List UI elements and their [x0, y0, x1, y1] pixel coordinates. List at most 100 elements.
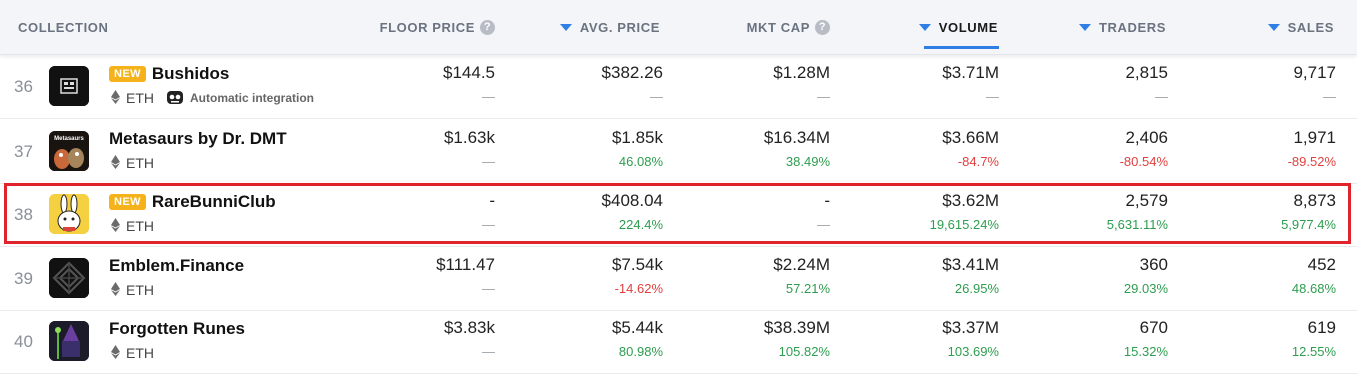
column-label: SALES [1287, 19, 1334, 35]
column-header-avg-price[interactable]: AVG. PRICE [540, 0, 660, 54]
traders-change: 5,631.11% [1106, 217, 1168, 232]
column-label: MKT CAP [746, 19, 810, 35]
floor-price-value: $111.47 [436, 255, 495, 274]
integration-label: Automatic integration [190, 91, 315, 105]
sort-desc-icon [559, 23, 572, 31]
table-header: COLLECTION FLOOR PRICE? AVG. PRICE MKT C… [0, 0, 1357, 55]
table-row[interactable]: 38 NEW RareBunniClub ETH - — $408.04 224… [0, 183, 1357, 247]
sales-value: 8,873 [1293, 191, 1336, 210]
floor-price-change: — [482, 89, 495, 104]
avg-price-change: 80.98% [618, 344, 663, 359]
column-label: TRADERS [1098, 19, 1166, 35]
table-row[interactable]: 39 Emblem.Finance ETH $111.47 — $7.54k -… [0, 247, 1357, 311]
collection-name[interactable]: Bushidos [152, 64, 229, 84]
table-row[interactable]: 36 NEW Bushidos ETH Automatic integratio… [0, 55, 1357, 119]
help-icon[interactable]: ? [480, 19, 495, 35]
collection-thumbnail[interactable]: Metasaurs [49, 131, 89, 171]
column-header-mkt-cap[interactable]: MKT CAP? [730, 0, 830, 54]
help-icon[interactable]: ? [815, 19, 830, 35]
traders-change: 15.32% [1123, 344, 1168, 359]
collection-thumbnail[interactable] [49, 258, 89, 298]
volume-value: $3.41M [942, 255, 999, 274]
mkt-cap-change: 105.82% [778, 344, 830, 359]
avg-price-change: 46.08% [618, 154, 663, 169]
avg-price-change: — [650, 89, 663, 104]
ethereum-icon [111, 281, 120, 299]
ethereum-icon [111, 154, 120, 172]
chain-label: ETH [126, 282, 154, 298]
volume-value: $3.66M [942, 128, 999, 147]
column-label: FLOOR PRICE [379, 19, 475, 35]
avg-price-change: 224.4% [618, 217, 663, 232]
collection-thumbnail[interactable] [49, 66, 89, 106]
volume-value: $3.71M [942, 63, 999, 82]
floor-price-change: — [482, 154, 495, 169]
bunny-logo-icon [49, 194, 89, 234]
emblem-logo-icon [49, 258, 89, 298]
volume-value: $3.37M [942, 318, 999, 337]
mkt-cap-value: $16.34M [763, 128, 830, 147]
volume-change: 103.69% [947, 344, 999, 359]
mkt-cap-change: 57.21% [785, 281, 830, 296]
volume-change: 19,615.24% [929, 217, 999, 232]
sort-desc-icon [1267, 23, 1280, 31]
floor-price-change: — [482, 281, 495, 296]
column-header-traders[interactable]: TRADERS [1060, 0, 1166, 54]
sales-value: 9,717 [1293, 63, 1336, 82]
sales-change: -89.52% [1287, 154, 1336, 169]
column-label: VOLUME [938, 19, 998, 35]
column-label: COLLECTION [18, 19, 109, 35]
traders-value: 2,815 [1125, 63, 1168, 82]
floor-price-change: — [482, 217, 495, 232]
collection-name[interactable]: Emblem.Finance [109, 256, 244, 276]
sales-change: 48.68% [1291, 281, 1336, 296]
floor-price-change: — [482, 344, 495, 359]
sales-change: — [1323, 89, 1336, 104]
traders-change: -80.54% [1119, 154, 1168, 169]
active-sort-underline [924, 46, 999, 49]
collection-name[interactable]: Metasaurs by Dr. DMT [109, 129, 287, 149]
traders-change: — [1155, 89, 1168, 104]
avg-price-change: -14.62% [614, 281, 663, 296]
sort-desc-icon [1078, 23, 1091, 31]
collection-name[interactable]: Forgotten Runes [109, 319, 245, 339]
new-badge: NEW [109, 66, 146, 82]
ethereum-icon [111, 344, 120, 362]
rank: 36 [14, 76, 33, 96]
floor-price-value: $144.5 [443, 63, 495, 82]
metasaurs-logo-icon: Metasaurs [49, 131, 89, 171]
rank: 40 [14, 331, 33, 351]
new-badge: NEW [109, 194, 146, 210]
chain-label: ETH [126, 90, 154, 106]
volume-value: $3.62M [942, 191, 999, 210]
traders-change: 29.03% [1123, 281, 1168, 296]
chain-label: ETH [126, 345, 154, 361]
sales-value: 452 [1307, 255, 1336, 274]
column-header-sales[interactable]: SALES [1250, 0, 1334, 54]
table-row[interactable]: 40 Forgotten Runes ETH $3.83k — $5.44k 8… [0, 310, 1357, 374]
column-header-floor-price[interactable]: FLOOR PRICE? [370, 0, 495, 54]
collection-thumbnail[interactable] [49, 321, 89, 361]
wizard-logo-icon [49, 321, 89, 361]
traders-value: 670 [1139, 318, 1168, 337]
column-header-collection[interactable]: COLLECTION [18, 0, 109, 54]
collection-thumbnail[interactable] [49, 194, 89, 234]
mkt-cap-change: — [817, 217, 830, 232]
mkt-cap-value: - [824, 191, 830, 210]
mkt-cap-change: — [817, 89, 830, 104]
chain-label: ETH [126, 218, 154, 234]
table-row[interactable]: 37 Metasaurs Metasaurs by Dr. DMT ETH $1… [0, 120, 1357, 184]
sort-desc-icon [918, 23, 931, 31]
mkt-cap-value: $38.39M [763, 318, 830, 337]
rank: 38 [14, 204, 33, 224]
volume-change: — [986, 89, 999, 104]
column-label: AVG. PRICE [579, 19, 660, 35]
sales-value: 1,971 [1293, 128, 1336, 147]
avg-price-value: $1.85k [611, 128, 663, 147]
mkt-cap-value: $1.28M [773, 63, 830, 82]
collection-name[interactable]: RareBunniClub [152, 192, 276, 212]
thumbnail-wordmark: Metasaurs [54, 136, 84, 142]
ethereum-icon [111, 89, 120, 107]
floor-price-value: - [489, 191, 495, 210]
sales-value: 619 [1307, 318, 1336, 337]
